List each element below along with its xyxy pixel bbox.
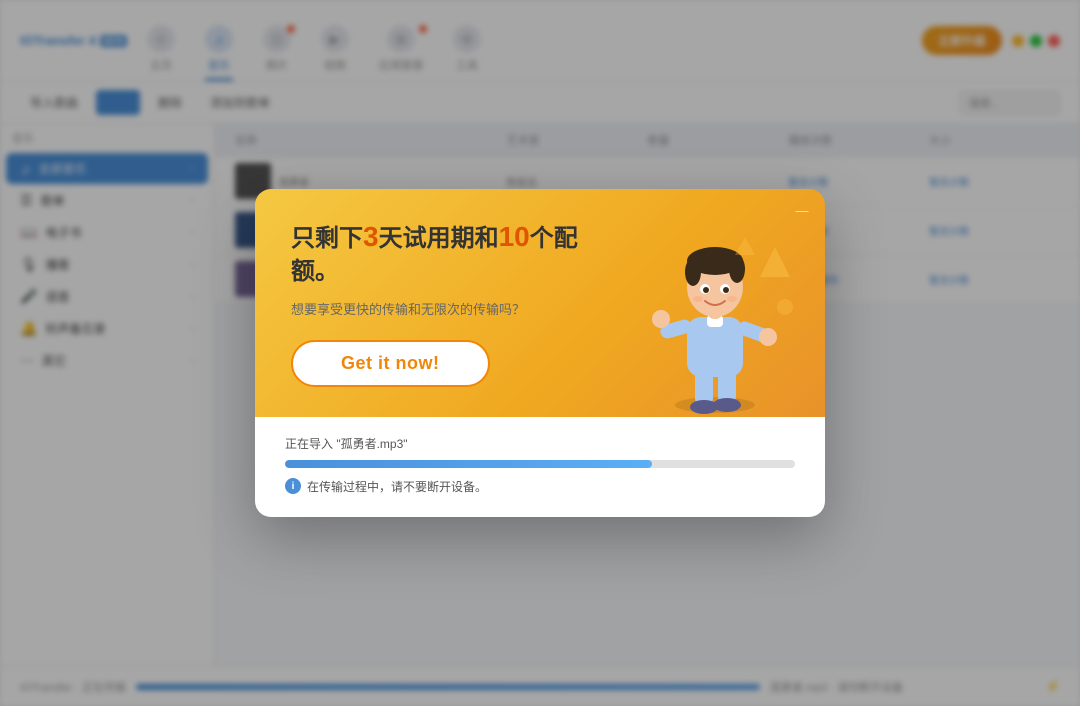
progress-bar-track — [285, 460, 795, 468]
modal: — 只剩下3天试用期和10个配额。 想要享受更快的传输和无限次的传输吗？ Get… — [255, 189, 825, 517]
quota-highlight: 10 — [499, 221, 530, 252]
progress-bar-fill — [285, 460, 652, 468]
title-prefix: 只剩下 — [291, 225, 363, 252]
days-highlight: 3 — [363, 221, 379, 252]
modal-subtitle: 想要享受更快的传输和无限次的传输吗？ — [291, 299, 605, 318]
modal-top-section: — 只剩下3天试用期和10个配额。 想要享受更快的传输和无限次的传输吗？ Get… — [255, 189, 825, 417]
progress-warning: i 在传输过程中，请不要断开设备。 — [285, 478, 795, 495]
get-now-button[interactable]: Get it now! — [291, 340, 490, 387]
warning-text: 在传输过程中，请不要断开设备。 — [307, 478, 487, 495]
modal-bottom-section: 正在导入 "孤勇者.mp3" i 在传输过程中，请不要断开设备。 — [255, 417, 825, 517]
modal-overlay: — 只剩下3天试用期和10个配额。 想要享受更快的传输和无限次的传输吗？ Get… — [0, 0, 1080, 706]
modal-close-button[interactable]: — — [793, 201, 811, 219]
character-illustration — [615, 227, 815, 417]
progress-label: 正在导入 "孤勇者.mp3" — [285, 435, 795, 452]
warning-icon: i — [285, 478, 301, 494]
modal-title: 只剩下3天试用期和10个配额。 — [291, 219, 605, 287]
title-mid: 天试用期和 — [379, 225, 499, 252]
